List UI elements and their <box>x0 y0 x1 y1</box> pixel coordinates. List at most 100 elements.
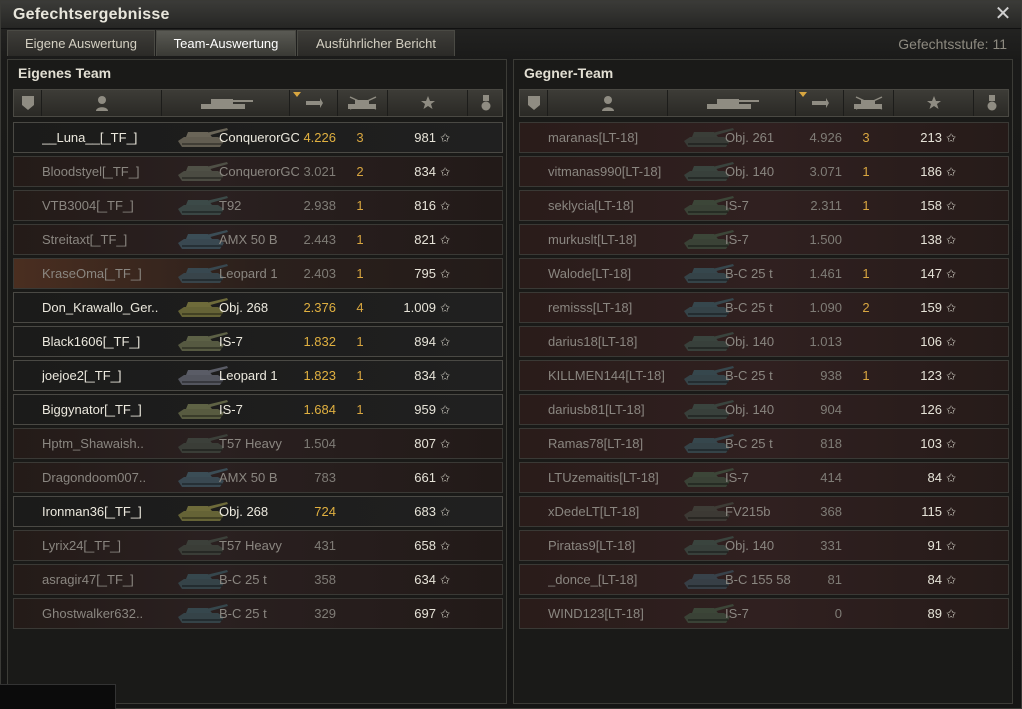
player-row[interactable]: Streitaxt[_TF_] AMX 50 B 2.443 1 821 ✩ <box>13 224 503 255</box>
player-row[interactable]: VTB3004[_TF_] T92 2.938 1 816 ✩ <box>13 190 503 221</box>
damage-value: 0 <box>834 606 842 621</box>
battle-level: Gefechtsstufe: 11 <box>898 36 1007 52</box>
xp-value: 959 <box>414 402 436 417</box>
player-row[interactable]: LTUzemaitis[LT-18] IS-7 414 84 ✩ <box>519 462 1009 493</box>
sort-column-medal[interactable] <box>974 90 1010 116</box>
star-icon: ✩ <box>945 131 956 145</box>
xp-cell: 91 ✩ <box>890 531 956 560</box>
player-row[interactable]: remisss[LT-18] B-C 25 t 1.090 2 159 ✩ <box>519 292 1009 323</box>
player-row[interactable]: __Luna__[_TF_] ConquerorGC 4.226 3 981 ✩ <box>13 122 503 153</box>
sort-column-kills[interactable] <box>844 90 894 116</box>
player-row[interactable]: seklycia[LT-18] IS-7 2.311 1 158 ✩ <box>519 190 1009 221</box>
xp-cell: 147 ✩ <box>890 259 956 288</box>
kills-value <box>856 497 876 526</box>
enemy-team-header <box>519 89 1010 117</box>
star-icon: ✩ <box>439 267 450 281</box>
sort-column-tank[interactable] <box>162 90 290 116</box>
vehicle-name: Obj. 268 <box>219 504 269 519</box>
sort-column-player[interactable] <box>42 90 162 116</box>
vehicle-name: T92 <box>219 198 242 213</box>
tab-team-evaluation[interactable]: Team-Auswertung <box>156 30 296 56</box>
xp-value: 834 <box>414 164 436 179</box>
player-row[interactable]: Biggynator[_TF_] IS-7 1.684 1 959 ✩ <box>13 394 503 425</box>
player-row[interactable]: darius18[LT-18] Obj. 140 1.013 106 ✩ <box>519 326 1009 357</box>
vehicle-name: Obj. 140 <box>725 402 775 417</box>
star-icon: ✩ <box>439 607 450 621</box>
player-row[interactable]: Ramas78[LT-18] B-C 25 t 818 103 ✩ <box>519 428 1009 459</box>
sort-column-tank[interactable] <box>668 90 796 116</box>
vehicle-name: Obj. 268 <box>219 300 269 315</box>
vehicle-name: ConquerorGC <box>219 130 299 145</box>
player-name: murkuslt[LT-18] <box>548 232 637 247</box>
star-icon: ✩ <box>439 131 450 145</box>
player-row[interactable]: _donce_[LT-18] B-C 155 58 81 84 ✩ <box>519 564 1009 595</box>
kills-value: 1 <box>356 402 364 417</box>
xp-star-icon <box>926 95 942 111</box>
sort-column-platoon[interactable] <box>14 90 42 116</box>
platoon-icon <box>21 95 35 111</box>
player-row[interactable]: Bloodstyel[_TF_] ConquerorGC 3.021 2 834 ✩ <box>13 156 503 187</box>
player-row[interactable]: Hptm_Shawaish.. T57 Heavy 1.504 807 ✩ <box>13 428 503 459</box>
player-row[interactable]: xDedeLT[LT-18] FV215b 368 115 ✩ <box>519 496 1009 527</box>
own-team-panel: Eigenes Team __Luna__[_TF_] ConquerorGC 4.… <box>7 59 507 704</box>
vehicle-name: Obj. 140 <box>725 334 775 349</box>
star-icon: ✩ <box>439 471 450 485</box>
xp-cell: 126 ✩ <box>890 395 956 424</box>
player-row[interactable]: dariusb81[LT-18] Obj. 140 904 126 ✩ <box>519 394 1009 425</box>
kills-value: 1 <box>356 266 364 281</box>
damage-value: 4.226 <box>303 130 336 145</box>
star-icon: ✩ <box>439 539 450 553</box>
player-row[interactable]: vitmanas990[LT-18] Obj. 140 3.071 1 186 ✩ <box>519 156 1009 187</box>
xp-value: 186 <box>920 164 942 179</box>
xp-cell: 84 ✩ <box>890 565 956 594</box>
damage-value: 431 <box>314 538 336 553</box>
tab-detailed-report[interactable]: Ausführlicher Bericht <box>297 30 455 56</box>
player-name: Black1606[_TF_] <box>42 334 141 349</box>
player-row[interactable]: murkuslt[LT-18] IS-7 1.500 138 ✩ <box>519 224 1009 255</box>
player-name: asragir47[_TF_] <box>42 572 134 587</box>
kills-value <box>856 463 876 492</box>
player-row[interactable]: Dragondoom007.. AMX 50 B 783 661 ✩ <box>13 462 503 493</box>
player-row[interactable]: Black1606[_TF_] IS-7 1.832 1 894 ✩ <box>13 326 503 357</box>
star-icon: ✩ <box>945 267 956 281</box>
tab-own-evaluation[interactable]: Eigene Auswertung <box>7 30 155 56</box>
star-icon: ✩ <box>439 369 450 383</box>
player-row[interactable]: Ironman36[_TF_] Obj. 268 724 683 ✩ <box>13 496 503 527</box>
vehicle-name: T57 Heavy <box>219 538 282 553</box>
player-row[interactable]: Don_Krawallo_Ger.. Obj. 268 2.376 4 1.009 ✩ <box>13 292 503 323</box>
xp-cell: 159 ✩ <box>890 293 956 322</box>
sort-column-damage[interactable] <box>796 90 844 116</box>
sort-column-medal[interactable] <box>468 90 504 116</box>
player-row[interactable]: Lyrix24[_TF_] T57 Heavy 431 658 ✩ <box>13 530 503 561</box>
sort-column-xp-star[interactable] <box>894 90 974 116</box>
own-team-title: Eigenes Team <box>18 65 112 81</box>
star-icon: ✩ <box>945 539 956 553</box>
player-row[interactable]: Ghostwalker632.. B-C 25 t 329 697 ✩ <box>13 598 503 629</box>
player-row[interactable]: Walode[LT-18] B-C 25 t 1.461 1 147 ✩ <box>519 258 1009 289</box>
kills-value <box>350 599 370 628</box>
xp-value: 106 <box>920 334 942 349</box>
xp-value: 115 <box>921 504 942 519</box>
xp-value: 84 <box>927 470 942 485</box>
sort-column-kills[interactable] <box>338 90 388 116</box>
player-name: xDedeLT[LT-18] <box>548 504 640 519</box>
close-icon[interactable]: ✕ <box>993 3 1013 23</box>
player-row[interactable]: WIND123[LT-18] IS-7 0 89 ✩ <box>519 598 1009 629</box>
player-row[interactable]: KraseOma[_TF_] Leopard 1 2.403 1 795 ✩ <box>13 258 503 289</box>
player-row[interactable]: KILLMEN144[LT-18] B-C 25 t 938 1 123 ✩ <box>519 360 1009 391</box>
player-row[interactable]: Piratas9[LT-18] Obj. 140 331 91 ✩ <box>519 530 1009 561</box>
sort-column-damage[interactable] <box>290 90 338 116</box>
sort-column-platoon[interactable] <box>520 90 548 116</box>
sort-column-player[interactable] <box>548 90 668 116</box>
player-row[interactable]: asragir47[_TF_] B-C 25 t 358 634 ✩ <box>13 564 503 595</box>
sort-column-xp-star[interactable] <box>388 90 468 116</box>
star-icon: ✩ <box>945 335 956 349</box>
player-name: Ironman36[_TF_] <box>42 504 142 519</box>
player-name: WIND123[LT-18] <box>548 606 644 621</box>
xp-cell: 834 ✩ <box>384 361 450 390</box>
window-title: Gefechtsergebnisse <box>13 6 170 23</box>
star-icon: ✩ <box>945 165 956 179</box>
kills-value: 1 <box>862 368 870 383</box>
player-row[interactable]: joejoe2[_TF_] Leopard 1 1.823 1 834 ✩ <box>13 360 503 391</box>
player-row[interactable]: maranas[LT-18] Obj. 261 4.926 3 213 ✩ <box>519 122 1009 153</box>
